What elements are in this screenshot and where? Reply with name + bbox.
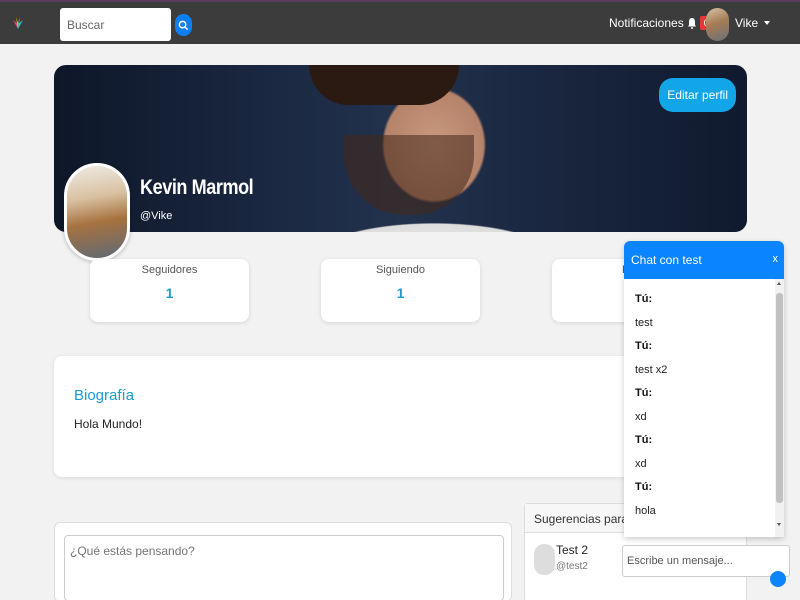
message-text: test x2 <box>635 364 668 376</box>
user-menu[interactable]: Vike <box>735 16 771 30</box>
user-avatar[interactable] <box>706 8 729 41</box>
profile-avatar[interactable] <box>64 163 130 261</box>
close-icon[interactable]: x <box>773 253 779 265</box>
suggestion-username: @test2 <box>556 561 588 572</box>
search-icon <box>178 20 189 30</box>
message-sender: Tú: <box>635 340 653 352</box>
search-button[interactable] <box>175 14 192 36</box>
message-text: test <box>635 317 653 329</box>
stat-label: Siguiendo <box>376 264 425 276</box>
chat-bubble-icon[interactable] <box>770 571 786 587</box>
stat-value: 1 <box>396 285 405 301</box>
stat-label: Seguidores <box>141 264 198 276</box>
suggestion-avatar[interactable] <box>534 544 555 575</box>
message-sender: Tú: <box>635 481 653 493</box>
chat-message-input[interactable] <box>622 545 790 577</box>
message-text: xd <box>635 458 647 470</box>
scroll-down-icon[interactable] <box>777 523 781 526</box>
message-text: hola <box>635 505 656 517</box>
post-textarea[interactable] <box>64 535 504 600</box>
profile-name: Kevin Marmol <box>140 176 254 199</box>
biography-text: Hola Mundo! <box>74 417 143 431</box>
cover-photo-detail <box>344 135 474 215</box>
app-logo-icon[interactable] <box>10 15 26 31</box>
cover-photo-detail <box>309 65 459 105</box>
chevron-down-icon <box>764 21 771 25</box>
chat-title: Chat con test <box>631 253 702 267</box>
chat-scrollbar[interactable] <box>775 279 784 537</box>
message-sender: Tú: <box>635 434 653 446</box>
navbar: Notificaciones 0 Vike <box>0 0 800 44</box>
chat-window: Chat con test x Tú: test Tú: test x2 Tú:… <box>624 241 784 537</box>
profile-username: @Vike <box>140 210 173 222</box>
message-sender: Tú: <box>635 387 653 399</box>
edit-profile-button[interactable]: Editar perfil <box>659 78 736 112</box>
scrollbar-thumb[interactable] <box>776 293 783 503</box>
message-sender: Tú: <box>635 293 653 305</box>
search-input[interactable] <box>60 8 171 41</box>
new-post-card <box>54 522 512 600</box>
stat-following[interactable]: Siguiendo 1 <box>321 259 480 322</box>
profile-cover: Editar perfil Kevin Marmol @Vike <box>54 65 747 232</box>
message-text: xd <box>635 411 647 423</box>
suggestion-name[interactable]: Test 2 <box>556 543 588 557</box>
notifications-label: Notificaciones <box>609 16 684 30</box>
scroll-up-icon[interactable] <box>777 282 781 285</box>
biography-title: Biografía <box>74 387 135 404</box>
stat-value: 1 <box>165 285 174 301</box>
chat-header: Chat con test x <box>624 241 784 279</box>
user-name-label: Vike <box>735 16 759 30</box>
chat-messages: Tú: test Tú: test x2 Tú: xd Tú: xd Tú: h… <box>624 279 774 537</box>
bell-icon <box>687 18 696 29</box>
stat-followers[interactable]: Seguidores 1 <box>90 259 249 322</box>
